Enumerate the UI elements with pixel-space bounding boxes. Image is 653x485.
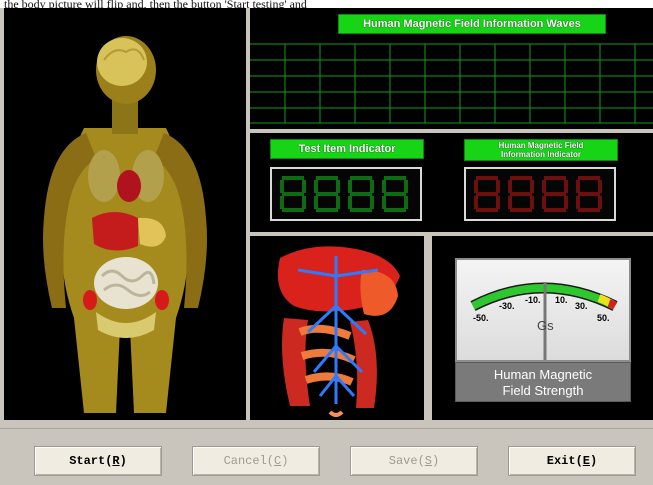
magnetic-field-indicator-label-line1: Human Magnetic Field bbox=[498, 141, 584, 150]
digestive-organs-image bbox=[277, 246, 400, 417]
body-image-panel bbox=[4, 8, 246, 420]
human-body-figure bbox=[43, 36, 207, 413]
save-button-end: ) bbox=[432, 454, 440, 468]
exit-button-text: Exit( bbox=[546, 454, 583, 468]
organ-image-panel bbox=[250, 236, 424, 420]
meter-tick-50: 50. bbox=[597, 313, 610, 323]
meter-tick-neg30: -30. bbox=[499, 301, 515, 311]
meter-gauge bbox=[470, 282, 618, 360]
cancel-button-end: ) bbox=[281, 454, 289, 468]
exit-button[interactable]: Exit(E) bbox=[508, 446, 636, 476]
meter-tick-30: 30. bbox=[575, 301, 588, 311]
start-button[interactable]: Start(R) bbox=[34, 446, 162, 476]
save-button[interactable]: Save(S) bbox=[350, 446, 478, 476]
magnetic-field-meter: -50. -30. -10. 10. 30. 50. Gs bbox=[455, 258, 631, 362]
meter-caption: Human Magnetic Field Strength bbox=[455, 362, 631, 402]
exit-button-key: E bbox=[582, 454, 590, 468]
start-button-end: ) bbox=[119, 454, 127, 468]
meter-caption-line1: Human Magnetic bbox=[493, 367, 593, 382]
magnetic-field-indicator-label-line2: Information Indicator bbox=[501, 150, 581, 159]
save-button-key: S bbox=[424, 454, 432, 468]
indicators-panel: Test Item Indicator Human Magnetic Field… bbox=[250, 133, 653, 232]
magnetic-field-digit-display bbox=[474, 176, 602, 212]
test-item-digit-display bbox=[280, 176, 408, 212]
waves-grid bbox=[250, 43, 653, 124]
test-item-indicator-label: Test Item Indicator bbox=[270, 139, 424, 159]
magnetic-field-digits bbox=[464, 167, 616, 221]
cancel-button-text: Cancel( bbox=[223, 454, 274, 468]
cancel-button[interactable]: Cancel(C) bbox=[192, 446, 320, 476]
meter-tick-neg50: -50. bbox=[473, 313, 489, 323]
test-item-digits bbox=[270, 167, 422, 221]
start-button-key: R bbox=[112, 454, 120, 468]
meter-tick-10: 10. bbox=[555, 295, 568, 305]
waves-panel: Human Magnetic Field Information Waves bbox=[250, 8, 653, 129]
meter-unit: Gs bbox=[537, 318, 554, 333]
meter-tick-neg10: -10. bbox=[525, 295, 541, 305]
exit-button-end: ) bbox=[590, 454, 598, 468]
magnetic-field-indicator-label: Human Magnetic Field Information Indicat… bbox=[464, 139, 618, 161]
meter-caption-line2: Field Strength bbox=[502, 383, 584, 398]
header-text: the body picture will flip and, then the… bbox=[0, 0, 653, 8]
start-button-text: Start( bbox=[69, 454, 113, 468]
save-button-text: Save( bbox=[388, 454, 425, 468]
